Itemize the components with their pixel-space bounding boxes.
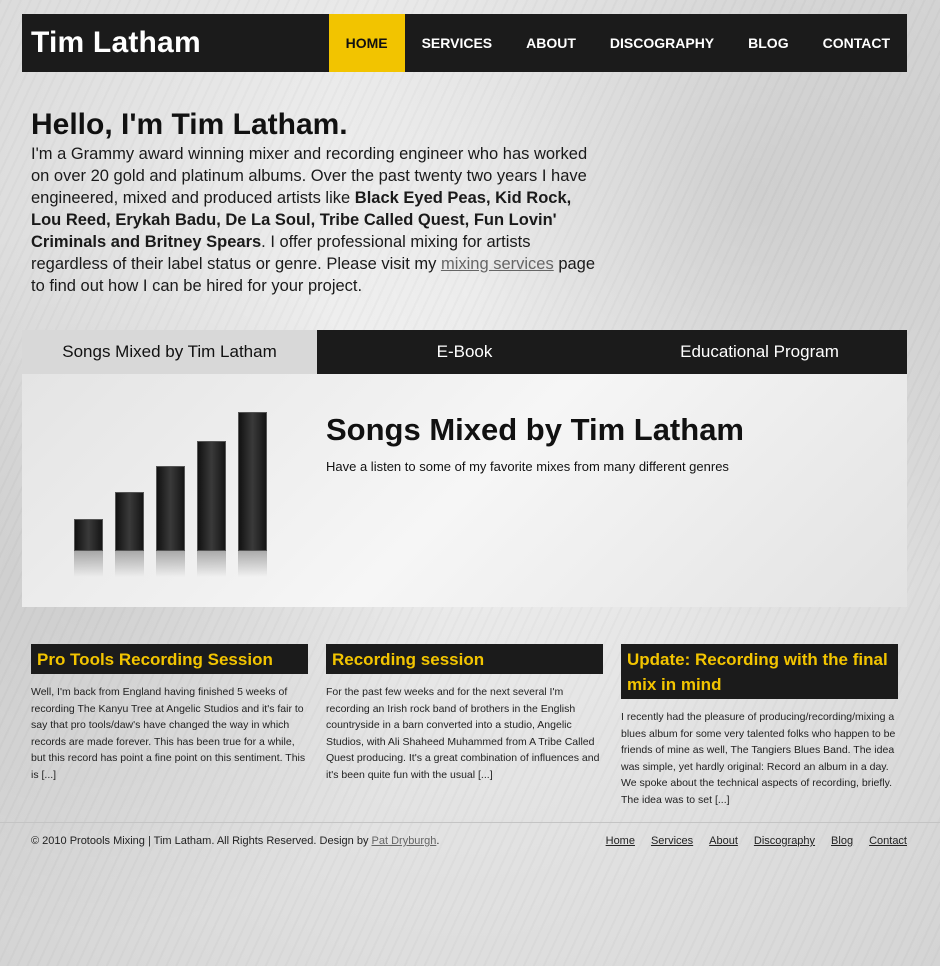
nav-contact[interactable]: CONTACT — [806, 14, 907, 72]
blog-post: Pro Tools Recording Session Well, I'm ba… — [31, 644, 308, 783]
designer-link[interactable]: Pat Dryburgh — [372, 835, 437, 847]
nav-services[interactable]: SERVICES — [405, 14, 510, 72]
level-bars-icon — [74, 412, 274, 584]
footer-link-home[interactable]: Home — [606, 835, 635, 847]
footer-divider — [0, 822, 940, 823]
footer-link-about[interactable]: About — [709, 835, 738, 847]
level-bar — [115, 492, 144, 551]
post-title[interactable]: Pro Tools Recording Session — [31, 644, 308, 674]
site-logo[interactable]: Tim Latham — [22, 26, 329, 60]
level-bar-reflection — [156, 551, 185, 577]
site-header: Tim Latham HOME SERVICES ABOUT DISCOGRAP… — [22, 14, 907, 72]
footer-link-discography[interactable]: Discography — [754, 835, 815, 847]
level-bar-reflection — [74, 551, 103, 577]
tab-panel: Songs Mixed by Tim Latham Have a listen … — [22, 374, 907, 607]
post-excerpt: Well, I'm back from England having finis… — [31, 686, 306, 781]
post-excerpt: I recently had the pleasure of producing… — [621, 711, 896, 806]
panel-title: Songs Mixed by Tim Latham — [326, 412, 745, 447]
main-nav: HOME SERVICES ABOUT DISCOGRAPHY BLOG CON… — [328, 14, 907, 72]
copyright: © 2010 Protools Mixing | Tim Latham. All… — [31, 835, 439, 847]
blog-post: Update: Recording with the final mix in … — [621, 644, 898, 808]
tab-ebook[interactable]: E-Book — [317, 330, 612, 374]
copyright-period: . — [436, 835, 440, 847]
footer-nav: Home Services About Discography Blog Con… — [606, 835, 907, 847]
footer-link-blog[interactable]: Blog — [831, 835, 853, 847]
panel-subtitle: Have a listen to some of my favorite mix… — [326, 459, 729, 474]
level-bar-reflection — [238, 551, 267, 577]
level-bar — [74, 519, 103, 551]
nav-discography[interactable]: DISCOGRAPHY — [593, 14, 731, 72]
feature-tabs: Songs Mixed by Tim Latham E-Book Educati… — [22, 330, 907, 374]
level-bar — [197, 441, 226, 551]
level-bar-reflection — [197, 551, 226, 577]
nav-blog[interactable]: BLOG — [731, 14, 805, 72]
level-bar — [156, 466, 185, 551]
footer-link-contact[interactable]: Contact — [869, 835, 907, 847]
intro-heading: Hello, I'm Tim Latham. — [31, 108, 348, 141]
intro-section: Hello, I'm Tim Latham. I'm a Grammy awar… — [31, 107, 601, 297]
blog-post: Recording session For the past few weeks… — [326, 644, 603, 783]
tab-educational-program[interactable]: Educational Program — [612, 330, 907, 374]
tab-songs-mixed[interactable]: Songs Mixed by Tim Latham — [22, 330, 317, 374]
level-bar — [238, 412, 267, 551]
post-excerpt: For the past few weeks and for the next … — [326, 686, 600, 781]
post-title[interactable]: Update: Recording with the final mix in … — [621, 644, 898, 699]
post-title[interactable]: Recording session — [326, 644, 603, 674]
copyright-text: © 2010 Protools Mixing | Tim Latham. All… — [31, 835, 372, 847]
intro-paragraph: I'm a Grammy award winning mixer and rec… — [31, 143, 601, 297]
mixing-services-link[interactable]: mixing services — [441, 255, 554, 273]
nav-home[interactable]: HOME — [328, 14, 405, 72]
footer-link-services[interactable]: Services — [651, 835, 693, 847]
nav-about[interactable]: ABOUT — [509, 14, 593, 72]
level-bar-reflection — [115, 551, 144, 577]
